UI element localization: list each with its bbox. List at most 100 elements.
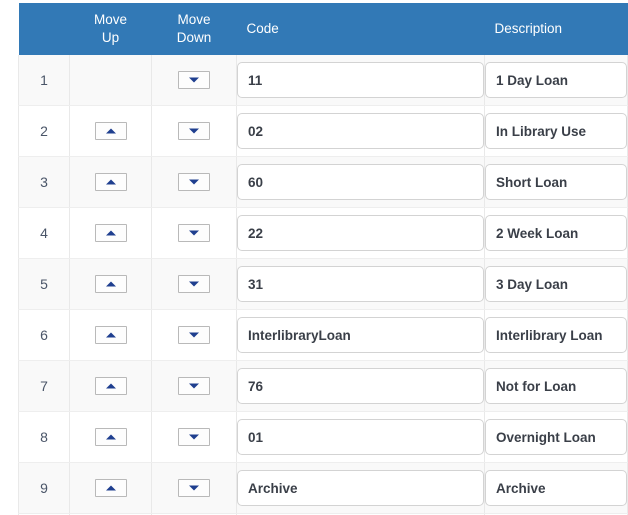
triangle-down-icon [189,332,199,338]
triangle-down-icon [189,281,199,287]
description-input[interactable] [485,164,627,200]
move-down-button[interactable] [178,274,210,293]
description-cell [484,360,628,412]
table-row: 7 [18,360,628,412]
description-input[interactable] [485,419,627,455]
move-down-button[interactable] [178,70,210,89]
triangle-down-icon [189,485,199,491]
column-header-move-up: Move Up [69,3,152,55]
move-down-button[interactable] [178,478,210,497]
move-down-button[interactable] [178,121,210,140]
code-cell [236,309,485,361]
description-cell [484,309,628,361]
column-header-description: Description [484,3,628,55]
table-row: 9 [18,462,628,514]
move-down-header-line1: Move [177,11,211,27]
table-body: 12345678910 [18,55,628,515]
move-up-cell [69,462,152,514]
move-up-button[interactable] [94,427,127,446]
row-number: 9 [18,462,70,514]
move-up-cell [69,360,152,412]
move-down-button[interactable] [178,172,210,191]
item-types-table: Move Up Move Down Code Description 12345… [18,3,628,515]
triangle-down-icon [189,77,199,83]
description-input[interactable] [485,317,627,353]
column-header-number [18,3,70,55]
move-up-cell [69,105,152,157]
table-row: 6 [18,309,628,361]
code-cell [236,360,485,412]
code-input[interactable] [237,62,484,98]
move-down-cell [151,207,237,259]
triangle-up-icon [105,128,116,134]
move-down-button[interactable] [178,427,210,446]
move-up-cell [69,309,152,361]
description-cell [484,156,628,208]
move-down-cell [151,462,237,514]
table-row: 3 [18,156,628,208]
triangle-up-icon [105,485,116,491]
code-cell [236,258,485,310]
triangle-down-icon [189,179,199,185]
description-cell [484,258,628,310]
column-header-move-down: Move Down [151,3,237,55]
move-down-cell [151,156,237,208]
move-up-header-line2: Up [101,30,120,45]
triangle-up-icon [105,383,116,389]
table-row: 8 [18,411,628,463]
move-up-button[interactable] [94,223,127,242]
move-down-button[interactable] [178,223,210,242]
row-number: 5 [18,258,70,310]
move-up-button[interactable] [94,172,127,191]
description-input[interactable] [485,470,627,506]
move-up-button[interactable] [94,121,127,140]
description-input[interactable] [485,215,627,251]
move-up-button[interactable] [94,376,127,395]
description-cell [484,55,628,106]
code-cell [236,411,485,463]
triangle-up-icon [105,230,116,236]
table-row: 1 [18,55,628,106]
triangle-up-icon [105,332,116,338]
code-input[interactable] [237,419,484,455]
table-header: Move Up Move Down Code Description [18,3,628,55]
move-down-button[interactable] [178,325,210,344]
move-down-cell [151,360,237,412]
triangle-down-icon [189,128,199,134]
description-input[interactable] [485,368,627,404]
move-down-cell [151,411,237,463]
move-up-button[interactable] [94,478,127,497]
description-input[interactable] [485,113,627,149]
code-input[interactable] [237,266,484,302]
code-input[interactable] [237,113,484,149]
description-cell [484,462,628,514]
triangle-up-icon [105,179,116,185]
move-down-cell [151,55,237,106]
code-input[interactable] [237,215,484,251]
move-down-button[interactable] [178,376,210,395]
code-cell [236,156,485,208]
move-up-button[interactable] [94,325,127,344]
item-types-table-container: Move Up Move Down Code Description 12345… [18,3,628,515]
description-input[interactable] [485,266,627,302]
code-input[interactable] [237,317,484,353]
table-row: 4 [18,207,628,259]
code-input[interactable] [237,368,484,404]
move-up-cell [69,258,152,310]
table-header-row: Move Up Move Down Code Description [18,3,628,55]
row-number: 2 [18,105,70,157]
code-input[interactable] [237,164,484,200]
code-cell [236,462,485,514]
move-up-button[interactable] [94,274,127,293]
code-input[interactable] [237,470,484,506]
row-number: 3 [18,156,70,208]
row-number: 1 [18,55,70,106]
screen-root: Move Up Move Down Code Description 12345… [0,0,628,515]
code-cell [236,105,485,157]
move-up-cell [69,156,152,208]
move-up-cell [69,55,152,106]
description-cell [484,207,628,259]
description-input[interactable] [485,62,627,98]
move-down-header-line2: Down [176,30,212,45]
triangle-down-icon [189,383,199,389]
